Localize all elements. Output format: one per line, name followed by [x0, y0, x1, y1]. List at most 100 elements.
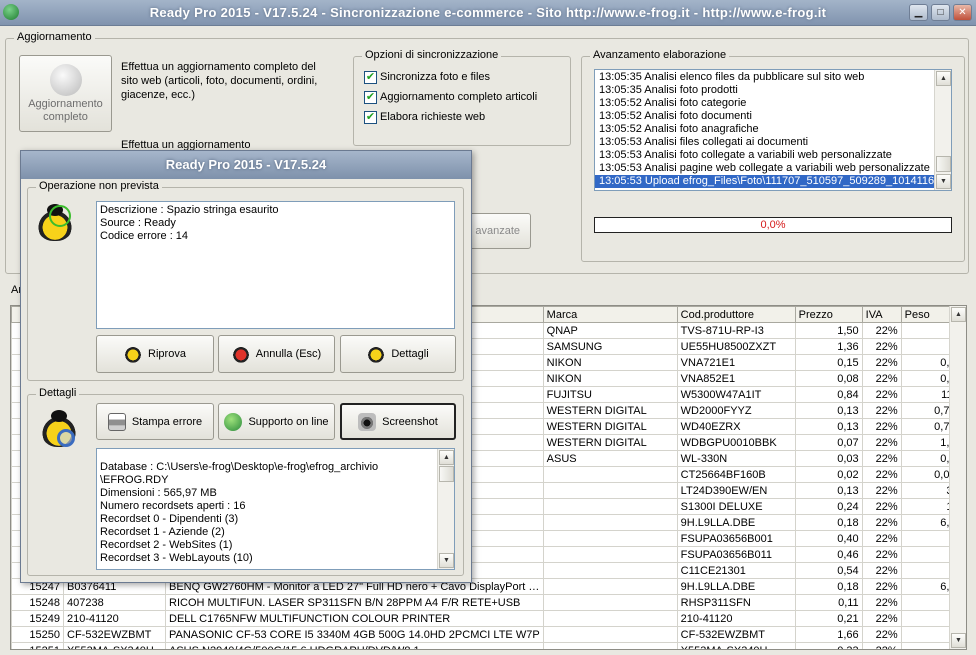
table-cell: WD40EZRX [676, 418, 796, 435]
table-cell: VNA721E1 [676, 354, 796, 371]
cancel-label: Annulla (Esc) [255, 348, 322, 360]
print-error-button[interactable]: Stampa errore [96, 403, 214, 440]
log-line: 13:05:35 Analisi elenco files da pubblic… [599, 71, 865, 83]
grid-column-header[interactable]: Prezzo [794, 306, 863, 323]
details-scroll-thumb[interactable] [439, 466, 454, 482]
grid-scrollbar[interactable]: ▲ ▼ [949, 306, 966, 649]
scroll-thumb[interactable] [936, 156, 951, 172]
online-support-button[interactable]: Supporto on line [218, 403, 335, 440]
table-cell: UE55HU8500ZXZT [676, 338, 796, 355]
full-articles-checkbox[interactable]: ✔ [364, 91, 377, 104]
table-cell: 210-41120 [676, 610, 796, 627]
table-cell: WL-330N [676, 450, 796, 467]
table-cell: WESTERN DIGITAL [542, 418, 678, 435]
details-text-box[interactable]: Database : C:\Users\e-frog\Desktop\e-fro… [96, 448, 455, 570]
log-line-selected[interactable]: 13:05:53 Upload efrog_Files\Foto\111707_… [595, 175, 940, 188]
table-cell: 22% [861, 578, 902, 595]
progress-bar: 0,0% [594, 217, 952, 233]
error-bug-target-icon [37, 204, 73, 241]
close-button[interactable]: ✕ [953, 4, 972, 21]
table-cell: FUJITSU [542, 386, 678, 403]
window-title: Ready Pro 2015 - V17.5.24 - Sincronizzaz… [149, 5, 827, 20]
bug-retry-icon [124, 345, 143, 363]
main-title-bar[interactable]: Ready Pro 2015 - V17.5.24 - Sincronizzaz… [0, 0, 976, 26]
minimize-button[interactable]: ▁ [909, 4, 928, 21]
sync-photos-checkbox[interactable]: ✔ [364, 71, 377, 84]
table-cell: 22% [861, 482, 902, 499]
aggiornamento-legend: Aggiornamento [14, 31, 95, 43]
table-cell: 0,21 [794, 610, 863, 627]
retry-button[interactable]: Riprova [96, 335, 214, 373]
table-cell: 22% [861, 338, 902, 355]
table-cell: 22% [861, 642, 902, 649]
dialog-title[interactable]: Ready Pro 2015 - V17.5.24 [21, 151, 471, 179]
table-cell: 0,08 [794, 370, 863, 387]
table-cell: NIKON [542, 370, 678, 387]
details-legend: Dettagli [36, 387, 80, 399]
table-cell: DELL C1765NFW MULTIFUNCTION COLOUR PRINT… [165, 610, 544, 627]
maximize-button[interactable]: □ [931, 4, 950, 21]
full-update-label: Aggiornamento completo [28, 97, 103, 123]
table-cell: FSUPA03656B001 [676, 530, 796, 547]
scroll-up-arrow-icon[interactable]: ▲ [936, 71, 951, 86]
table-cell: NIKON [542, 354, 678, 371]
scroll-down-arrow-icon[interactable]: ▼ [936, 174, 951, 189]
table-row[interactable]: 15251X553MA-SX340HASUS N2940/4G/500G/15.… [11, 642, 966, 649]
cancel-button[interactable]: Annulla (Esc) [218, 335, 335, 373]
table-cell: 0,54 [794, 562, 863, 579]
table-cell: 0,46 [794, 546, 863, 563]
table-cell: 0,02 [794, 466, 863, 483]
progress-log-list[interactable]: 13:05:35 Analisi elenco files da pubblic… [594, 69, 952, 191]
table-cell: RHSP311SFN [676, 594, 796, 611]
progress-legend: Avanzamento elaborazione [590, 49, 730, 61]
table-cell: VNA852E1 [676, 370, 796, 387]
table-cell [542, 626, 678, 643]
camera-icon [358, 412, 377, 431]
table-cell: 210-41120 [63, 610, 166, 627]
table-cell: 9H.L9LLA.DBE [676, 514, 796, 531]
table-cell: 22% [861, 418, 902, 435]
web-requests-checkbox[interactable]: ✔ [364, 111, 377, 124]
bug-magnifier-icon [41, 410, 77, 447]
table-cell: 1,36 [794, 338, 863, 355]
details-button[interactable]: Dettagli [340, 335, 456, 373]
table-cell [542, 530, 678, 547]
table-cell: LT24D390EW/EN [676, 482, 796, 499]
table-cell: 9H.L9LLA.DBE [676, 578, 796, 595]
table-cell: 22% [861, 546, 902, 563]
grid-scroll-up-icon[interactable]: ▲ [951, 307, 966, 322]
bug-details-icon [367, 345, 386, 363]
advanced-update-button[interactable]: avanzate [464, 213, 531, 249]
table-cell: 0,24 [794, 498, 863, 515]
log-line: 13:05:53 Analisi foto collegate a variab… [599, 149, 892, 161]
full-articles-label: Aggiornamento completo articoli [380, 91, 538, 103]
table-row[interactable]: 15249 210-41120 DELL C1765NFW MULTIFUNCTIO… [11, 610, 966, 627]
grid-scroll-down-icon[interactable]: ▼ [951, 633, 966, 648]
table-cell: 407238 [63, 594, 166, 611]
table-cell: CT25664BF160B [676, 466, 796, 483]
table-row[interactable]: 15248 407238 RICOH MULTIFUN. LASER SP311SF… [11, 594, 966, 611]
table-cell [542, 578, 678, 595]
error-dialog[interactable]: Ready Pro 2015 - V17.5.24 Operazione non… [20, 150, 472, 583]
log-scrollbar[interactable]: ▲ ▼ [934, 70, 951, 190]
table-cell: WESTERN DIGITAL [542, 402, 678, 419]
table-cell: WD2000FYYZ [676, 402, 796, 419]
table-cell: 22% [861, 498, 902, 515]
details-scroll-up-icon[interactable]: ▲ [439, 450, 454, 465]
table-cell: S1300I DELUXE [676, 498, 796, 515]
full-update-button[interactable]: Aggiornamento completo [19, 55, 112, 132]
table-cell: PANASONIC CF-53 CORE I5 3340M 4GB 500G 1… [165, 626, 544, 643]
details-scroll-down-icon[interactable]: ▼ [439, 553, 454, 568]
table-cell: C11CE21301 [676, 562, 796, 579]
details-scrollbar[interactable]: ▲ ▼ [437, 449, 454, 569]
grid-column-header[interactable]: Marca [542, 306, 678, 323]
grid-column-header[interactable]: Cod.produttore [676, 306, 796, 323]
table-cell: ASUS N2940/4G/500G/15.6 HDGRAPH/DVD/W8.1 [165, 642, 544, 649]
table-cell: ASUS [542, 450, 678, 467]
grid-column-header[interactable]: IVA [861, 306, 902, 323]
retry-label: Riprova [148, 348, 186, 360]
table-cell: W5300W47A1IT [676, 386, 796, 403]
table-cell: 0,84 [794, 386, 863, 403]
screenshot-button[interactable]: Screenshot [340, 403, 456, 440]
table-row[interactable]: 15250 CF-532EWZBMT PANASONIC CF-53 CORE I5… [11, 626, 966, 643]
